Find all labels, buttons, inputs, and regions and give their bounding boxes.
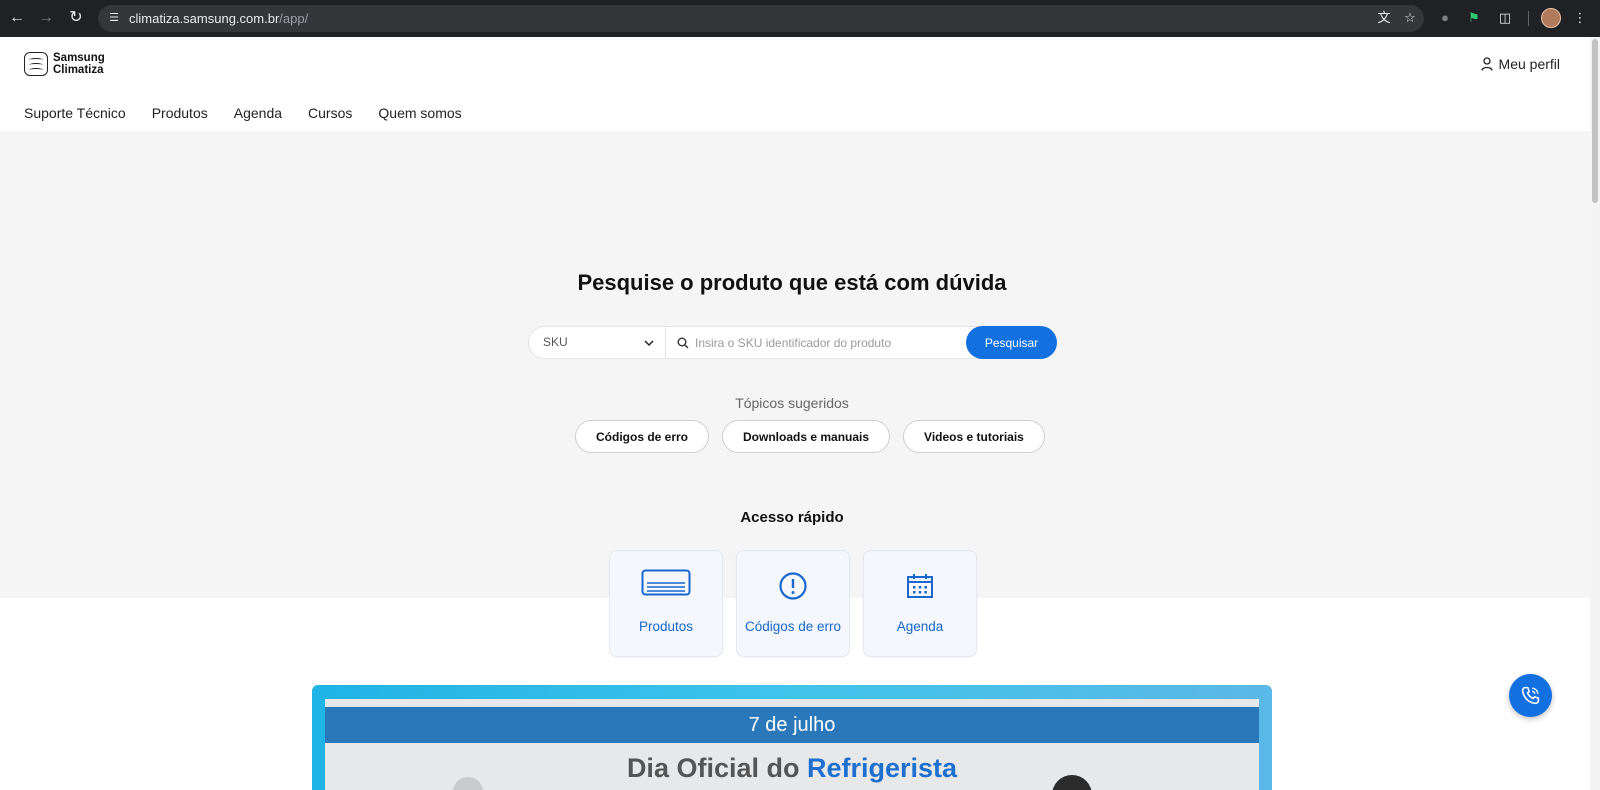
exclamation-circle-icon (779, 572, 807, 600)
site-header: Samsung Climatiza Meu perfil Suporte Téc… (0, 37, 1590, 131)
toolbar-divider (1528, 11, 1529, 26)
nav-suporte-tecnico[interactable]: Suporte Técnico (24, 105, 126, 121)
topic-chip-error-codes[interactable]: Códigos de erro (575, 420, 710, 453)
nav-produtos[interactable]: Produtos (152, 105, 208, 121)
quick-access-title: Acesso rápido (740, 509, 844, 526)
nav-quem-somos[interactable]: Quem somos (378, 105, 461, 121)
star-icon[interactable]: ☆ (1402, 10, 1418, 26)
air-conditioner-icon (641, 569, 691, 596)
search-input[interactable] (695, 330, 955, 355)
nav-cursos[interactable]: Cursos (308, 105, 352, 121)
quick-access-produtos[interactable]: Produtos (609, 550, 723, 657)
profile-avatar[interactable] (1541, 8, 1561, 28)
quick-access-codigos-de-erro[interactable]: Códigos de erro (736, 550, 850, 657)
extension-green-icon[interactable]: ⚑ (1465, 9, 1483, 27)
page-scrollbar[interactable] (1590, 37, 1600, 790)
back-icon[interactable]: ← (7, 8, 27, 28)
suggested-topics-label: Tópicos sugeridos (735, 395, 849, 411)
site-info-icon[interactable]: ☰ (106, 10, 122, 26)
quick-access-label: Códigos de erro (744, 619, 842, 634)
page-title: Pesquise o produto que está com dúvida (577, 270, 1007, 295)
quick-access-label: Agenda (896, 619, 944, 634)
profile-link[interactable]: Meu perfil (1480, 56, 1560, 72)
translate-icon[interactable]: 文 (1376, 10, 1392, 26)
nav-agenda[interactable]: Agenda (234, 105, 282, 121)
url-text[interactable]: climatiza.samsung.com.br/app/ (129, 11, 308, 26)
promo-banner[interactable]: 7 de julho Dia Oficial do Refrigerista (312, 685, 1272, 790)
user-icon (1480, 57, 1493, 71)
search-button[interactable]: Pesquisar (966, 326, 1057, 359)
suggested-topics: Códigos de erro Downloads e manuais Vide… (575, 420, 1045, 453)
extension-icon[interactable]: ● (1436, 9, 1454, 27)
topic-chip-downloads[interactable]: Downloads e manuais (722, 420, 891, 453)
forward-icon[interactable]: → (36, 8, 56, 28)
banner-image: 7 de julho Dia Oficial do Refrigerista (325, 699, 1259, 790)
quick-access-cards: Produtos Códigos de erro Agenda (609, 550, 977, 657)
profile-label: Meu perfil (1498, 56, 1560, 72)
phone-icon (1521, 686, 1540, 705)
banner-date: 7 de julho (325, 707, 1259, 743)
extensions-puzzle-icon[interactable]: ◫ (1496, 9, 1514, 27)
browser-toolbar: ← → ↻ ☰ climatiza.samsung.com.br/app/ 文 … (0, 0, 1600, 37)
search-icon (677, 337, 689, 349)
logo-waves-icon (24, 52, 48, 76)
chevron-down-icon (644, 340, 654, 347)
search-bar: SKU Pesquisar (528, 326, 1057, 359)
main-navigation: Suporte Técnico Produtos Agenda Cursos Q… (24, 105, 462, 121)
quick-access-agenda[interactable]: Agenda (863, 550, 977, 657)
calendar-icon (907, 574, 933, 598)
quick-access-label: Produtos (638, 619, 694, 634)
select-value: SKU (543, 335, 568, 349)
topic-chip-videos[interactable]: Videos e tutoriais (903, 420, 1045, 453)
search-hero: Pesquise o produto que está com dúvida S… (0, 131, 1590, 598)
logo-text: Samsung Climatiza (53, 52, 105, 76)
search-type-select[interactable]: SKU (529, 327, 666, 358)
address-bar[interactable]: ☰ climatiza.samsung.com.br/app/ 文 ☆ (98, 5, 1424, 32)
phone-contact-button[interactable] (1509, 674, 1552, 717)
browser-menu-icon[interactable]: ⋮ (1571, 9, 1589, 27)
reload-icon[interactable]: ↻ (66, 8, 86, 28)
scrollbar-thumb[interactable] (1592, 39, 1598, 203)
